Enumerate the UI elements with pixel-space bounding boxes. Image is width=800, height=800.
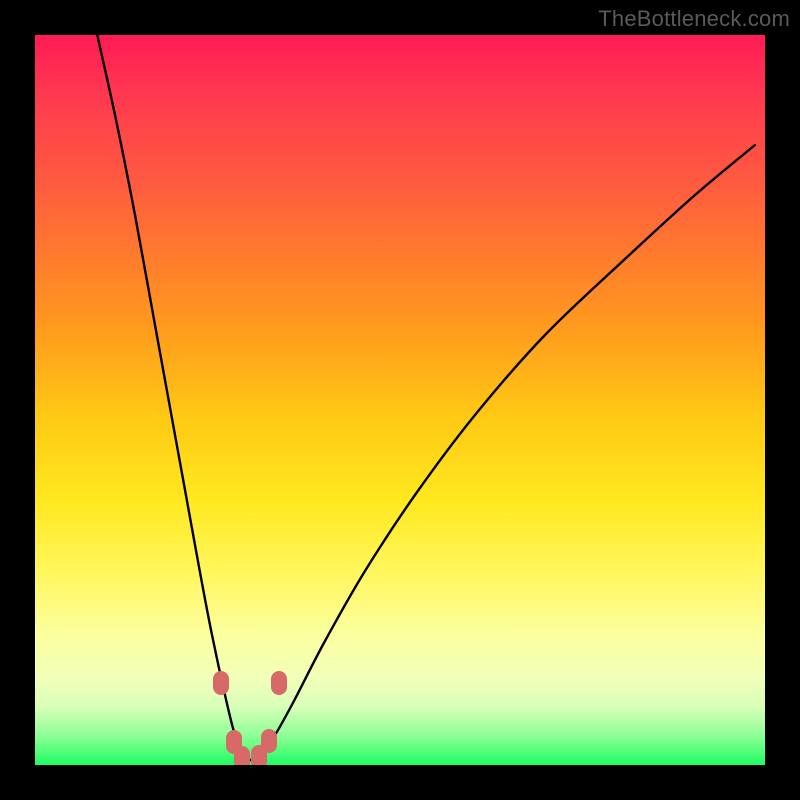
plot-area [35,35,765,765]
chart-stage: TheBottleneck.com [0,0,800,800]
watermark-text: TheBottleneck.com [598,6,790,32]
curve-markers [35,35,765,765]
marker-dot [213,671,229,695]
marker-dot [234,746,250,765]
marker-dot [261,729,277,753]
marker-dot [271,671,287,695]
